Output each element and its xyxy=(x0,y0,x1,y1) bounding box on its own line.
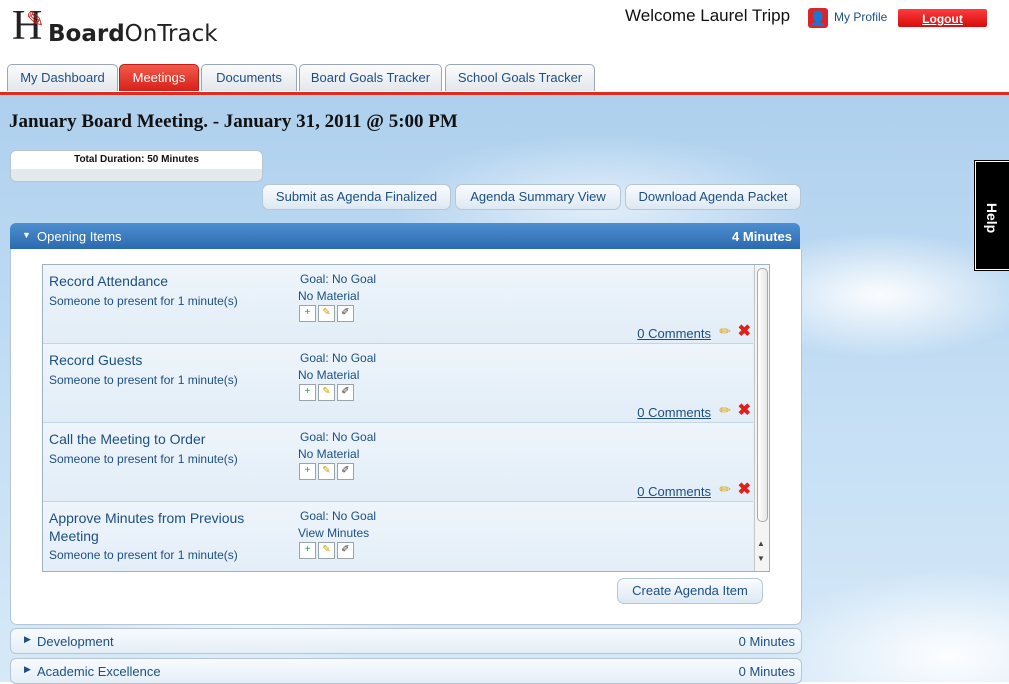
tab-board-goals-tracker[interactable]: Board Goals Tracker xyxy=(299,64,442,91)
agenda-item-name[interactable]: Approve Minutes from Previous Meeting xyxy=(49,509,279,545)
agenda-item-name[interactable]: Call the Meeting to Order xyxy=(49,430,279,448)
comments-link[interactable]: 0 Comments xyxy=(637,326,711,341)
agenda-item-goal: Goal: No Goal xyxy=(300,430,377,444)
app-logo[interactable]: H ✎ BoardOnTrack xyxy=(12,3,218,52)
section-title: Opening Items xyxy=(37,229,122,244)
tab-divider xyxy=(0,92,1009,95)
logo-mark-icon: H ✎ xyxy=(12,3,45,49)
collapsed-arrow-icon: ▶ xyxy=(24,634,31,644)
edit-notes-icon[interactable]: ✎ xyxy=(318,542,335,559)
section-minutes: 0 Minutes xyxy=(738,634,795,649)
help-tab[interactable]: Help xyxy=(975,161,1009,270)
delete-item-icon[interactable]: ✖ xyxy=(738,400,751,420)
agenda-item-material: No Material xyxy=(298,447,360,461)
agenda-summary-view-button[interactable]: Agenda Summary View xyxy=(455,184,621,210)
welcome-text: Welcome Laurel Tripp xyxy=(625,6,791,25)
agenda-item-goal: Goal: No Goal xyxy=(300,351,377,365)
agenda-item-material: No Material xyxy=(298,289,360,303)
scroll-down-icon[interactable]: ▼ xyxy=(757,554,765,563)
section-minutes: 0 Minutes xyxy=(738,664,795,679)
agenda-item-material[interactable]: View Minutes xyxy=(298,526,369,540)
add-material-icon[interactable]: + xyxy=(299,305,316,322)
header: H ✎ BoardOnTrack Welcome Laurel Tripp 👤 M… xyxy=(0,0,1009,95)
total-duration-label: Total Duration: 50 Minutes xyxy=(74,154,199,165)
tab-school-goals-tracker[interactable]: School Goals Tracker xyxy=(445,64,595,91)
add-material-icon[interactable]: + xyxy=(299,463,316,480)
agenda-item-list: Record Attendance Someone to present for… xyxy=(42,264,770,572)
add-material-icon[interactable]: + xyxy=(299,542,316,559)
collapsed-arrow-icon: ▶ xyxy=(24,664,31,674)
scroll-up-icon[interactable]: ▲ xyxy=(757,539,765,548)
tab-meetings[interactable]: Meetings xyxy=(119,64,199,91)
help-label: Help xyxy=(984,202,1000,234)
tab-my-dashboard[interactable]: My Dashboard xyxy=(7,64,118,91)
attach-link-icon[interactable]: ✐ xyxy=(337,542,354,559)
tab-documents[interactable]: Documents xyxy=(201,64,297,91)
section-title: Development xyxy=(37,634,114,649)
delete-item-icon[interactable]: ✖ xyxy=(738,321,751,341)
download-agenda-packet-button[interactable]: Download Agenda Packet xyxy=(625,184,801,210)
agenda-item-goal: Goal: No Goal xyxy=(300,272,377,286)
create-agenda-item-button[interactable]: Create Agenda Item xyxy=(617,578,763,604)
logout-button[interactable]: Logout xyxy=(898,9,987,27)
agenda-item-name[interactable]: Record Attendance xyxy=(49,272,279,290)
edit-item-icon[interactable]: ✏ xyxy=(719,402,731,419)
agenda-item-presenter: Someone to present for 1 minute(s) xyxy=(49,373,238,387)
section-academic-excellence-header[interactable]: ▶ Academic Excellence 0 Minutes xyxy=(10,658,802,684)
total-duration-box: Total Duration: 50 Minutes xyxy=(10,150,263,182)
section-development-header[interactable]: ▶ Development 0 Minutes xyxy=(10,628,802,654)
logo-text: BoardOnTrack xyxy=(48,21,218,47)
attach-link-icon[interactable]: ✐ xyxy=(337,463,354,480)
agenda-item-name[interactable]: Record Guests xyxy=(49,351,279,369)
edit-notes-icon[interactable]: ✎ xyxy=(318,384,335,401)
section-opening-items-header[interactable]: ▼ Opening Items 4 Minutes xyxy=(10,223,800,250)
edit-notes-icon[interactable]: ✎ xyxy=(318,305,335,322)
edit-notes-icon[interactable]: ✎ xyxy=(318,463,335,480)
delete-item-icon[interactable]: ✖ xyxy=(738,479,751,499)
comments-link[interactable]: 0 Comments xyxy=(637,484,711,499)
attach-link-icon[interactable]: ✐ xyxy=(337,384,354,401)
agenda-item-presenter: Someone to present for 1 minute(s) xyxy=(49,294,238,308)
agenda-item-presenter: Someone to present for 1 minute(s) xyxy=(49,548,238,562)
agenda-list-scrollbar[interactable]: ▲ ▼ xyxy=(754,265,769,571)
agenda-item-material: No Material xyxy=(298,368,360,382)
expanded-arrow-icon: ▼ xyxy=(22,230,31,240)
comments-link[interactable]: 0 Comments xyxy=(637,405,711,420)
agenda-item: Record Attendance Someone to present for… xyxy=(43,265,753,344)
agenda-item: Record Guests Someone to present for 1 m… xyxy=(43,344,753,423)
agenda-item-presenter: Someone to present for 1 minute(s) xyxy=(49,452,238,466)
user-profile-icon[interactable]: 👤 xyxy=(808,8,828,28)
agenda-item: Call the Meeting to Order Someone to pre… xyxy=(43,423,753,502)
agenda-item-goal: Goal: No Goal xyxy=(300,509,377,523)
page-title: January Board Meeting. - January 31, 201… xyxy=(9,111,458,132)
edit-item-icon[interactable]: ✏ xyxy=(719,323,731,340)
section-minutes: 4 Minutes xyxy=(732,229,792,244)
agenda-item: Approve Minutes from Previous Meeting So… xyxy=(43,502,753,571)
add-material-icon[interactable]: + xyxy=(299,384,316,401)
section-title: Academic Excellence xyxy=(37,664,161,679)
attach-link-icon[interactable]: ✐ xyxy=(337,305,354,322)
my-profile-link[interactable]: My Profile xyxy=(834,10,887,24)
edit-item-icon[interactable]: ✏ xyxy=(719,481,731,498)
scrollbar-thumb[interactable] xyxy=(757,268,768,522)
submit-agenda-finalized-button[interactable]: Submit as Agenda Finalized xyxy=(262,184,451,210)
